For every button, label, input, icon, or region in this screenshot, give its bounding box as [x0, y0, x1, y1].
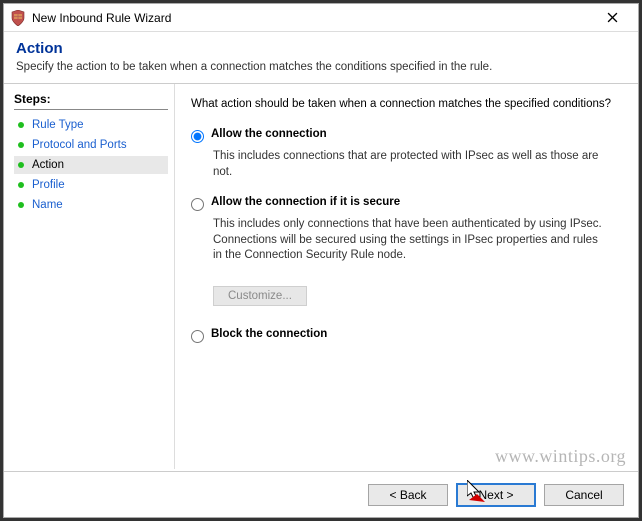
step-link[interactable]: Protocol and Ports — [32, 139, 127, 151]
customize-button: Customize... — [213, 286, 307, 306]
step-link[interactable]: Name — [32, 199, 63, 211]
bullet-icon — [18, 202, 24, 208]
bullet-icon — [18, 122, 24, 128]
step-protocol-ports[interactable]: Protocol and Ports — [14, 136, 168, 154]
step-link[interactable]: Profile — [32, 179, 65, 191]
footer: < Back Next > Cancel — [4, 471, 638, 517]
step-link[interactable]: Rule Type — [32, 119, 84, 131]
option-allow-label: Allow the connection — [211, 128, 327, 140]
header: Action Specify the action to be taken wh… — [4, 32, 638, 79]
wizard-window: New Inbound Rule Wizard Action Specify t… — [3, 3, 639, 518]
close-button[interactable] — [592, 6, 632, 30]
steps-heading: Steps: — [14, 92, 168, 106]
radio-allow[interactable] — [191, 130, 204, 143]
radio-block[interactable] — [191, 330, 204, 343]
question-text: What action should be taken when a conne… — [191, 98, 622, 110]
page-title: Action — [16, 40, 626, 57]
bullet-icon — [18, 182, 24, 188]
option-allow[interactable]: Allow the connection — [191, 128, 622, 143]
steps-sidebar: Steps: Rule Type Protocol and Ports Acti… — [4, 84, 174, 469]
radio-secure[interactable] — [191, 198, 204, 211]
content-panel: What action should be taken when a conne… — [174, 84, 638, 469]
next-button[interactable]: Next > — [456, 483, 536, 507]
bullet-icon — [18, 142, 24, 148]
bullet-icon — [18, 162, 24, 168]
step-link: Action — [32, 159, 64, 171]
step-rule-type[interactable]: Rule Type — [14, 116, 168, 134]
option-secure[interactable]: Allow the connection if it is secure — [191, 196, 622, 211]
cancel-button[interactable]: Cancel — [544, 484, 624, 506]
window-title: New Inbound Rule Wizard — [32, 11, 592, 25]
firewall-icon — [10, 10, 26, 26]
step-name[interactable]: Name — [14, 196, 168, 214]
back-button[interactable]: < Back — [368, 484, 448, 506]
page-subtitle: Specify the action to be taken when a co… — [16, 61, 626, 73]
step-profile[interactable]: Profile — [14, 176, 168, 194]
option-block[interactable]: Block the connection — [191, 328, 622, 343]
option-secure-label: Allow the connection if it is secure — [211, 196, 400, 208]
option-allow-desc: This includes connections that are prote… — [213, 149, 603, 180]
step-action[interactable]: Action — [14, 156, 168, 174]
option-secure-desc: This includes only connections that have… — [213, 217, 603, 264]
option-block-label: Block the connection — [211, 328, 327, 340]
titlebar: New Inbound Rule Wizard — [4, 4, 638, 32]
